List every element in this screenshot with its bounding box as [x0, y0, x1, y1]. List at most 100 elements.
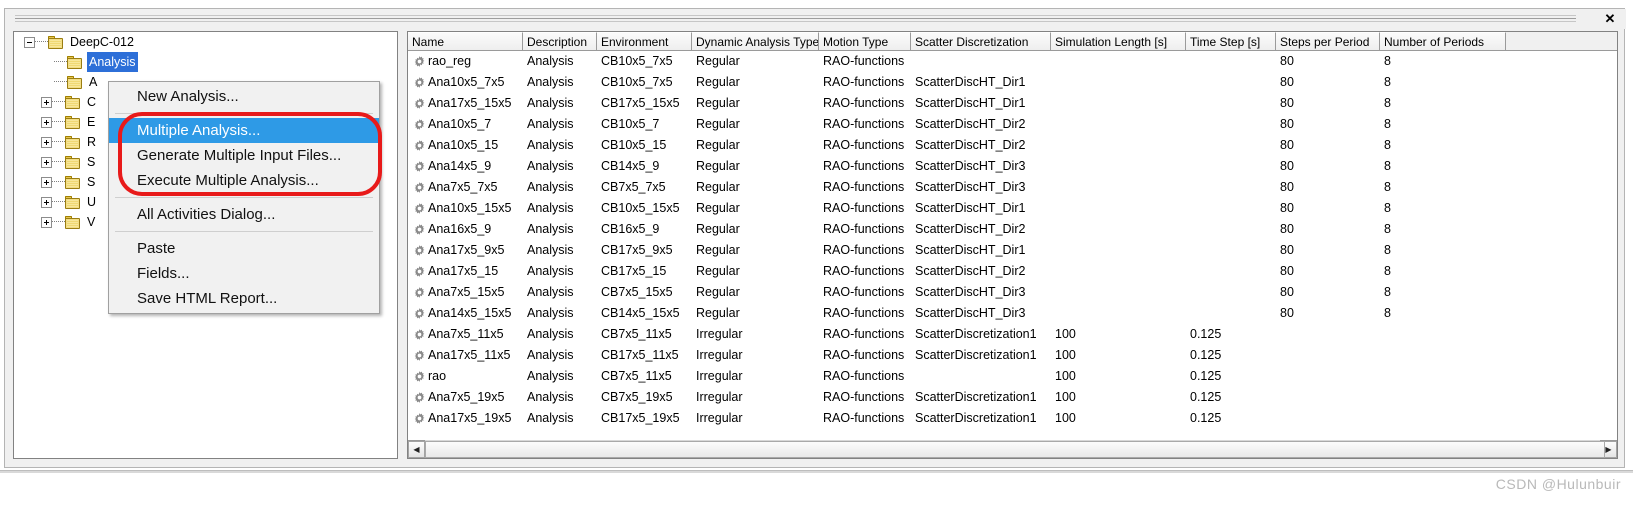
expand-plus-icon[interactable] — [41, 176, 52, 188]
scroll-left-button[interactable]: ◀ — [408, 441, 425, 458]
grid-body[interactable]: rao_reg Analysis CB10x5_7x5 Regular RAO-func… — [408, 51, 1617, 439]
table-row[interactable]: Ana17x5_9x5 Analysis CB17x5_9x5 Regular RAO-… — [408, 240, 1617, 261]
row-name-cell: Ana7x5_15x5 — [408, 282, 523, 303]
tree-node-root[interactable]: DeepC-012 — [14, 32, 397, 52]
expand-plus-icon[interactable] — [41, 136, 52, 148]
table-cell: 8 — [1384, 243, 1391, 257]
grid-header-row[interactable]: Name Description Environment Dynamic Analys… — [408, 32, 1617, 51]
grid-column-header-simulation-length-s[interactable]: Simulation Length [s] — [1051, 32, 1186, 50]
grid-column-header-environment[interactable]: Environment — [597, 32, 692, 50]
table-cell: RAO-functions — [823, 222, 905, 236]
table-cell: 0.125 — [1190, 348, 1222, 362]
table-row[interactable]: Ana7x5_19x5 Analysis CB7x5_19x5 Irregular RA… — [408, 387, 1617, 408]
table-row[interactable]: Ana7x5_7x5 Analysis CB7x5_7x5 Regular RAO-fu… — [408, 177, 1617, 198]
gear-icon — [413, 328, 426, 341]
menu-item-generate-multiple-input-files[interactable]: Generate Multiple Input Files... — [109, 143, 379, 168]
grid-column-header-number-of-periods[interactable]: Number of Periods — [1380, 32, 1506, 50]
gear-icon — [413, 391, 426, 404]
context-menu[interactable]: New Analysis... Multiple Analysis... Gener… — [108, 81, 380, 314]
table-cell: 80 — [1280, 138, 1294, 152]
table-row[interactable]: Ana17x5_15x5 Analysis CB17x5_15x5 Regular RA… — [408, 93, 1617, 114]
row-name-cell: Ana17x5_9x5 — [408, 240, 523, 261]
menu-item-new-analysis[interactable]: New Analysis... — [109, 84, 379, 109]
grid-column-header-steps-per-period[interactable]: Steps per Period — [1276, 32, 1380, 50]
row-name-cell: Ana10x5_15x5 — [408, 198, 523, 219]
table-cell: Irregular — [696, 390, 743, 404]
table-row[interactable]: Ana16x5_9 Analysis CB16x5_9 Regular RAO-func… — [408, 219, 1617, 240]
row-name-label: Ana14x5_9 — [428, 159, 492, 173]
table-row[interactable]: rao_reg Analysis CB10x5_7x5 Regular RAO-func… — [408, 51, 1617, 72]
menu-separator — [115, 197, 373, 198]
grid-column-header-name[interactable]: Name — [408, 32, 523, 50]
table-row[interactable]: Ana7x5_15x5 Analysis CB7x5_15x5 Regular RAO-… — [408, 282, 1617, 303]
expand-plus-icon[interactable] — [41, 116, 52, 128]
table-cell: Regular — [696, 117, 740, 131]
table-row[interactable]: Ana17x5_19x5 Analysis CB17x5_19x5 Irregular… — [408, 408, 1617, 429]
table-row[interactable]: Ana7x5_11x5 Analysis CB7x5_11x5 Irregular RA… — [408, 324, 1617, 345]
row-name-cell: Ana7x5_11x5 — [408, 324, 523, 345]
table-cell: Irregular — [696, 411, 743, 425]
table-cell: Analysis — [527, 327, 574, 341]
menu-item-paste[interactable]: Paste — [109, 236, 379, 261]
grid-column-header-dynamic-analysis-type[interactable]: Dynamic Analysis Type — [692, 32, 819, 50]
table-row[interactable]: Ana14x5_15x5 Analysis CB14x5_15x5 Regular RA… — [408, 303, 1617, 324]
table-cell: RAO-functions — [823, 75, 905, 89]
grip-line — [15, 21, 1576, 22]
table-cell: Analysis — [527, 117, 574, 131]
table-row[interactable]: Ana17x5_11x5 Analysis CB17x5_11x5 Irregular… — [408, 345, 1617, 366]
collapse-minus-icon[interactable] — [24, 36, 35, 48]
scrollbar-thumb[interactable] — [425, 441, 1605, 458]
expand-plus-icon[interactable] — [41, 216, 52, 228]
table-cell: RAO-functions — [823, 390, 905, 404]
row-name-cell: Ana10x5_15 — [408, 135, 523, 156]
table-cell: Analysis — [527, 138, 574, 152]
table-cell: Regular — [696, 180, 740, 194]
table-row[interactable]: Ana10x5_7 Analysis CB10x5_7 Regular RAO-func… — [408, 114, 1617, 135]
table-row[interactable]: Ana10x5_15 Analysis CB10x5_15 Regular RAO-fu… — [408, 135, 1617, 156]
close-icon[interactable]: ✕ — [1602, 11, 1618, 27]
table-row[interactable]: rao Analysis CB7x5_11x5 Irregular RAO-functi… — [408, 366, 1617, 387]
row-name-label: Ana7x5_11x5 — [428, 327, 504, 341]
tree-node-analysis-0[interactable]: Analysis — [14, 52, 397, 72]
tree-connector — [52, 181, 65, 183]
expand-plus-icon[interactable] — [41, 196, 52, 208]
row-name-label: Ana17x5_19x5 — [428, 411, 512, 425]
tree-connector — [52, 221, 65, 223]
table-row[interactable]: Ana10x5_7x5 Analysis CB10x5_7x5 Regular RAO-… — [408, 72, 1617, 93]
menu-item-multiple-analysis[interactable]: Multiple Analysis... — [109, 118, 379, 143]
scrollbar-track[interactable] — [425, 440, 1605, 458]
table-row[interactable]: Ana10x5_15x5 Analysis CB10x5_15x5 Regular RA… — [408, 198, 1617, 219]
gear-icon — [413, 370, 426, 383]
table-cell: RAO-functions — [823, 54, 905, 68]
menu-item-fields[interactable]: Fields... — [109, 261, 379, 286]
grid-column-header-motion-type[interactable]: Motion Type — [819, 32, 911, 50]
grid-column-header-scatter-discretization[interactable]: Scatter Discretization — [911, 32, 1051, 50]
menu-item-label: Save HTML Report... — [137, 290, 278, 307]
menu-item-save-html-report[interactable]: Save HTML Report... — [109, 286, 379, 311]
menu-separator — [115, 231, 373, 232]
table-cell: Regular — [696, 243, 740, 257]
grid-column-header-time-step-s[interactable]: Time Step [s] — [1186, 32, 1276, 50]
expand-plus-icon[interactable] — [41, 96, 52, 108]
table-cell: ScatterDiscretization1 — [915, 390, 1037, 404]
table-cell: CB7x5_11x5 — [601, 369, 672, 383]
grid-column-header-description[interactable]: Description — [523, 32, 597, 50]
table-cell: RAO-functions — [823, 180, 905, 194]
analysis-grid-panel[interactable]: Name Description Environment Dynamic Analys… — [407, 31, 1618, 459]
table-row[interactable]: Ana17x5_15 Analysis CB17x5_15 Regular RAO-fu… — [408, 261, 1617, 282]
row-name-cell: Ana10x5_7 — [408, 114, 523, 135]
table-cell: RAO-functions — [823, 369, 905, 383]
table-cell: ScatterDiscHT_Dir3 — [915, 306, 1026, 320]
table-cell: CB7x5_15x5 — [601, 285, 673, 299]
table-row[interactable]: Ana14x5_9 Analysis CB14x5_9 Regular RAO-func… — [408, 156, 1617, 177]
table-cell: RAO-functions — [823, 285, 905, 299]
table-cell: 8 — [1384, 285, 1391, 299]
menu-item-all-activities-dialog[interactable]: All Activities Dialog... — [109, 202, 379, 227]
horizontal-scrollbar[interactable]: ◀ ▶ — [408, 440, 1617, 458]
expand-plus-icon[interactable] — [41, 156, 52, 168]
row-name-label: Ana17x5_9x5 — [428, 243, 505, 257]
table-cell: RAO-functions — [823, 117, 905, 131]
menu-item-execute-multiple-analysis[interactable]: Execute Multiple Analysis... — [109, 168, 379, 193]
gear-icon — [413, 202, 426, 215]
table-cell: RAO-functions — [823, 159, 905, 173]
